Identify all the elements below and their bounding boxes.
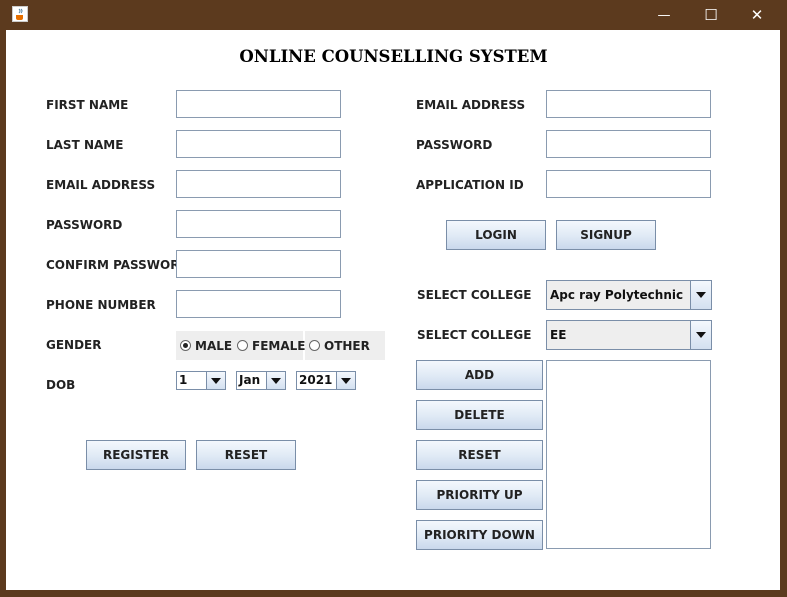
login-button[interactable]: LOGIN — [446, 220, 546, 250]
gender-male-label: MALE — [195, 338, 233, 353]
signup-button[interactable]: SIGNUP — [556, 220, 656, 250]
college-choices-list[interactable] — [546, 360, 711, 549]
title-bar: — ☐ ✕ — [0, 0, 787, 30]
select-college-label: SELECT COLLEGE — [417, 288, 532, 302]
chevron-down-icon[interactable] — [266, 372, 285, 389]
minimize-icon: — — [657, 7, 671, 23]
college-select[interactable]: Apc ray Polytechnic — [546, 280, 712, 310]
radio-selected-icon — [180, 340, 191, 351]
gender-female-radio[interactable]: FEMALE — [237, 331, 305, 360]
phone-number-label: PHONE NUMBER — [46, 298, 156, 312]
gender-other-label: OTHER — [324, 338, 370, 353]
radio-unselected-icon — [309, 340, 320, 351]
gender-female-label: FEMALE — [252, 338, 306, 353]
register-reset-button[interactable]: RESET — [196, 440, 296, 470]
login-email-label: EMAIL ADDRESS — [416, 98, 526, 112]
close-icon: ✕ — [750, 6, 764, 24]
choices-reset-button[interactable]: RESET — [416, 440, 543, 470]
gender-label: GENDER — [46, 338, 102, 352]
window-bottom-border — [0, 590, 787, 597]
maximize-icon: ☐ — [704, 6, 718, 24]
add-button[interactable]: ADD — [416, 360, 543, 390]
confirm-password-field[interactable] — [176, 250, 341, 278]
branch-select-value: EE — [550, 328, 567, 342]
register-email-label: EMAIL ADDRESS — [46, 178, 156, 192]
login-email-field[interactable] — [546, 90, 711, 118]
register-email-field[interactable] — [176, 170, 341, 198]
maximize-button[interactable]: ☐ — [688, 0, 734, 30]
radio-unselected-icon — [237, 340, 248, 351]
register-button[interactable]: REGISTER — [86, 440, 186, 470]
last-name-field[interactable] — [176, 130, 341, 158]
register-password-label: PASSWORD — [46, 218, 123, 232]
login-password-field[interactable] — [546, 130, 711, 158]
priority-down-button[interactable]: PRIORITY DOWN — [416, 520, 543, 550]
phone-number-field[interactable] — [176, 290, 341, 318]
branch-select[interactable]: EE — [546, 320, 712, 350]
college-select-value: Apc ray Polytechnic — [550, 288, 684, 302]
dob-year-value: 2021 — [299, 373, 333, 387]
dob-month-select[interactable]: Jan — [236, 371, 286, 390]
select-branch-label: SELECT COLLEGE — [417, 328, 532, 342]
dob-year-select[interactable]: 2021 — [296, 371, 356, 390]
close-button[interactable]: ✕ — [734, 0, 780, 30]
chevron-down-icon[interactable] — [690, 281, 711, 309]
last-name-label: LAST NAME — [46, 138, 124, 152]
dob-day-value: 1 — [179, 373, 188, 387]
application-id-label: APPLICATION ID — [416, 178, 524, 192]
confirm-password-label: CONFIRM PASSWORD — [46, 258, 190, 272]
login-password-label: PASSWORD — [416, 138, 493, 152]
first-name-label: FIRST NAME — [46, 98, 129, 112]
gender-radio-group: MALE FEMALE OTHER — [176, 331, 385, 360]
priority-up-button[interactable]: PRIORITY UP — [416, 480, 543, 510]
dob-label: DOB — [46, 378, 76, 392]
page-title: ONLINE COUNSELLING SYSTEM — [239, 47, 548, 66]
register-password-field[interactable] — [176, 210, 341, 238]
chevron-down-icon[interactable] — [206, 372, 225, 389]
first-name-field[interactable] — [176, 90, 341, 118]
java-cup-icon[interactable] — [12, 6, 28, 22]
delete-button[interactable]: DELETE — [416, 400, 543, 430]
gender-male-radio[interactable]: MALE — [180, 331, 232, 360]
dob-day-select[interactable]: 1 — [176, 371, 226, 390]
chevron-down-icon[interactable] — [690, 321, 711, 349]
minimize-button[interactable]: — — [641, 0, 687, 30]
gender-other-radio[interactable]: OTHER — [309, 331, 370, 360]
chevron-down-icon[interactable] — [336, 372, 355, 389]
application-id-field[interactable] — [546, 170, 711, 198]
dob-month-value: Jan — [239, 373, 261, 387]
